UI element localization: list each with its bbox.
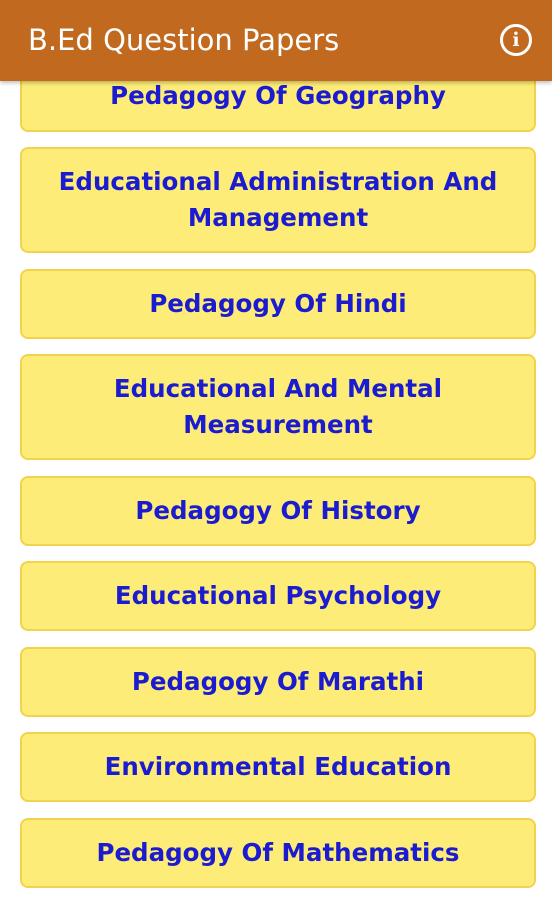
subject-item-label: Pedagogy Of History	[135, 496, 421, 525]
subject-item-label: Pedagogy Of Geography	[110, 81, 446, 110]
info-icon[interactable]: i	[500, 24, 532, 56]
subject-item-educational-and-mental-measurement[interactable]: Educational And Mental Measurement	[20, 354, 536, 460]
app-bar: B.Ed Question Papers i	[0, 0, 552, 81]
subject-list: Pedagogy Of Geography Educational Admini…	[0, 0, 552, 900]
subject-item-label: Pedagogy Of Mathematics	[96, 838, 460, 867]
subject-item-label: Pedagogy Of Hindi	[149, 289, 407, 318]
subject-item-pedagogy-of-hindi[interactable]: Pedagogy Of Hindi	[20, 269, 536, 339]
subject-item-environmental-education[interactable]: Environmental Education	[20, 732, 536, 802]
subject-item-educational-psychology[interactable]: Educational Psychology	[20, 561, 536, 631]
subject-item-educational-administration-and-management[interactable]: Educational Administration And Managemen…	[20, 147, 536, 253]
subject-item-pedagogy-of-marathi[interactable]: Pedagogy Of Marathi	[20, 647, 536, 717]
subject-item-label: Educational Psychology	[114, 581, 442, 610]
subject-item-label: Educational And Mental Measurement	[113, 374, 443, 439]
subject-item-label: Educational Administration And Managemen…	[58, 167, 498, 232]
app-title: B.Ed Question Papers	[28, 23, 340, 57]
subject-item-label: Pedagogy Of Marathi	[131, 667, 425, 696]
subject-item-pedagogy-of-mathematics[interactable]: Pedagogy Of Mathematics	[20, 818, 536, 888]
subject-item-label: Environmental Education	[104, 752, 452, 781]
subject-item-pedagogy-of-history[interactable]: Pedagogy Of History	[20, 476, 536, 546]
